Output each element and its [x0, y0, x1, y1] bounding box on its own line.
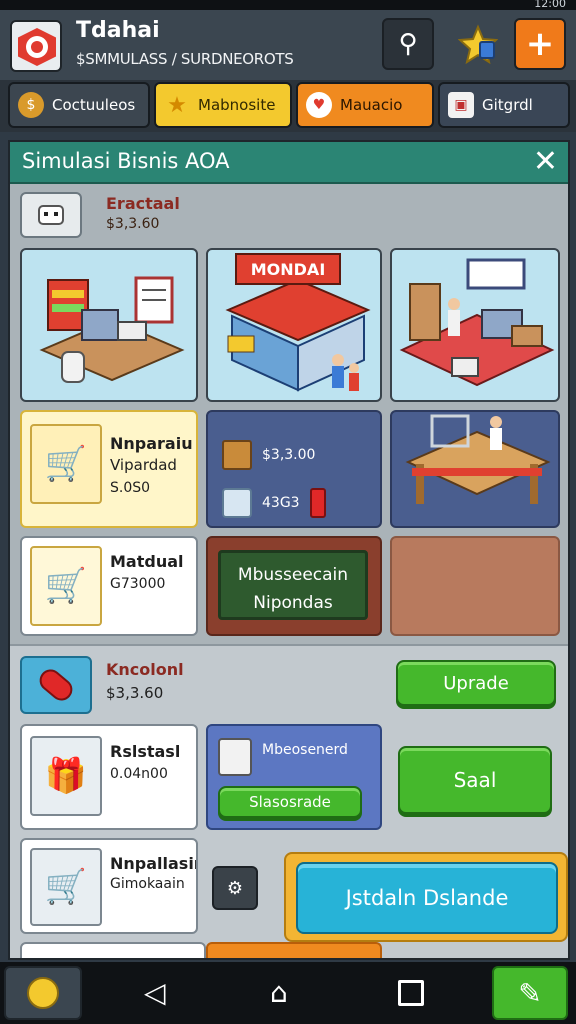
app-subtitle: $SMMULASS / SURDNEOROTS: [76, 50, 294, 68]
empty-slot-tile[interactable]: [390, 536, 560, 636]
shopping-cart-icon: 🛒: [30, 848, 102, 926]
stat-row-boxes: $3,3.00: [222, 440, 315, 470]
item-name: Rslstasl: [110, 742, 181, 761]
stat-row-bags: 43G3: [222, 488, 326, 518]
edit-button[interactable]: ✎: [492, 966, 568, 1020]
red-chip-icon: [309, 488, 326, 518]
manual-item-tile[interactable]: 🛒 Matdual G73000: [20, 536, 198, 636]
heart-icon: ♥: [306, 92, 332, 118]
avatar: [27, 977, 59, 1009]
home-icon[interactable]: ⌂: [270, 976, 288, 1009]
shopping-cart-tile[interactable]: 🛒 Nnparaiu Vipardad S.0S0: [20, 410, 198, 528]
lamp-icon: [218, 738, 252, 776]
tab-mauacio[interactable]: ♥ Mauacio: [296, 82, 434, 128]
cart-full-icon: 🛒: [30, 546, 102, 626]
recents-icon[interactable]: [398, 980, 424, 1006]
tile-text: Mbeosenerd: [262, 742, 348, 758]
tab-mabnosite[interactable]: ★ Mabnosite: [154, 82, 292, 128]
achievements-button[interactable]: [452, 18, 504, 70]
market-building-illustration: MONDAI: [225, 253, 371, 392]
panel-title: Simulasi Bisnis AOA: [22, 149, 230, 173]
bag-icon: [222, 488, 252, 518]
coin-icon: $: [18, 92, 44, 118]
inventory-stats-tile[interactable]: $3,3.00 43G3: [206, 410, 382, 528]
tab-label: Coctuuleos: [52, 96, 136, 114]
upgrade-button[interactable]: Uprade: [396, 660, 556, 706]
tab-coctuuleos[interactable]: $ Coctuuleos: [8, 82, 150, 128]
star-icon: ★: [167, 92, 187, 118]
star-badge-icon: [458, 24, 498, 64]
checkout-room-tile[interactable]: [390, 248, 560, 402]
settings-gear-button[interactable]: ⚙: [212, 866, 258, 910]
stat-value: $3,3.00: [262, 447, 316, 463]
main-action-frame: Jstdaln Dslande: [284, 852, 568, 942]
save-button[interactable]: Saal: [398, 746, 552, 814]
pencil-icon: ✎: [518, 976, 542, 1010]
market-stall-illustration: [405, 414, 551, 504]
system-nav-bar: ◁ ⌂ ✎: [0, 962, 576, 1024]
tab-gitgrdl[interactable]: ▣ Gitgrdl: [438, 82, 570, 128]
item-price: G73000: [110, 576, 166, 592]
tools-button[interactable]: ⚲: [382, 18, 434, 70]
main-action-button[interactable]: Jstdaln Dslande: [296, 862, 558, 934]
category-tabs: $ Coctuuleos ★ Mabnosite ♥ Mauacio ▣ Git…: [0, 80, 576, 132]
item-price: S.0S0: [110, 480, 151, 496]
stat-value: 43G3: [262, 495, 300, 511]
plus-icon: +: [525, 24, 555, 64]
market-sign-text: MONDAI: [251, 260, 326, 279]
section-name: Eractaal: [106, 194, 180, 213]
item-price: 0.04n00: [110, 766, 168, 782]
app-logo: [10, 20, 62, 72]
status-bar: 12:00: [0, 0, 576, 10]
next-orange-tile[interactable]: [206, 942, 382, 958]
section-name: Kncolonl: [106, 660, 184, 679]
app-title: Tdahai: [76, 18, 160, 43]
store-interior-illustration: [39, 276, 185, 383]
shopping-cart-icon: 🛒: [30, 424, 102, 504]
tile-upgrade-button[interactable]: Slasosrade: [218, 786, 362, 818]
item-tile-nnpallasin[interactable]: 🛒 Nnpallasin Gimokaain: [20, 838, 198, 934]
business-panel: Simulasi Bisnis AOA ✕ Eractaal $3,3.60 M…: [8, 140, 570, 960]
next-item-tile[interactable]: [20, 942, 206, 958]
add-button[interactable]: +: [514, 18, 566, 70]
close-icon[interactable]: ✕: [533, 144, 558, 179]
box-icon: [222, 440, 252, 470]
market-stall-tile[interactable]: [390, 410, 560, 528]
store-interior-tile[interactable]: [20, 248, 198, 402]
market-building-tile[interactable]: MONDAI: [206, 248, 382, 402]
item-tile-rslstasl[interactable]: 🎁 Rslstasl 0.04n00: [20, 724, 198, 830]
item-name: Nnpallasin: [110, 854, 198, 873]
tab-label: Mauacio: [340, 96, 403, 114]
game-profile-button[interactable]: [4, 966, 82, 1020]
gift-icon: ▣: [448, 92, 474, 118]
panel-header: Simulasi Bisnis AOA ✕: [10, 142, 568, 184]
item-name: Matdual: [110, 552, 184, 571]
upgrade-blue-tile[interactable]: Mbeosenerd Slasosrade: [206, 724, 382, 830]
shop-box-icon: 🎁: [30, 736, 102, 816]
chalk-line-2: Nipondas: [253, 593, 333, 613]
pill-icon: [20, 656, 92, 714]
section-business: Eractaal $3,3.60 MONDAI 🛒 Nnparaiu Vipar…: [10, 184, 568, 644]
chalkboard-tile[interactable]: Mbusseecain Nipondas: [206, 536, 382, 636]
app-header: Tdahai $SMMULASS / SURDNEOROTS ⚲ +: [0, 10, 576, 80]
item-name: Nnparaiu: [110, 434, 193, 453]
chalkboard: Mbusseecain Nipondas: [218, 550, 368, 620]
status-time: 12:00: [534, 0, 566, 10]
chalk-line-1: Mbusseecain: [237, 565, 349, 585]
tab-label: Mabnosite: [198, 96, 276, 114]
section-price: $3,3.60: [106, 216, 160, 232]
wrench-icon: ⚲: [398, 29, 418, 59]
robot-icon: [20, 192, 82, 238]
section-price: $3,3.60: [106, 684, 164, 702]
back-icon[interactable]: ◁: [144, 976, 166, 1009]
checkout-room-illustration: [399, 258, 555, 387]
tab-label: Gitgrdl: [482, 96, 533, 114]
item-sub: Vipardad: [110, 456, 177, 474]
gear-icon: ⚙: [226, 877, 244, 899]
item-sub: Gimokaain: [110, 876, 185, 892]
